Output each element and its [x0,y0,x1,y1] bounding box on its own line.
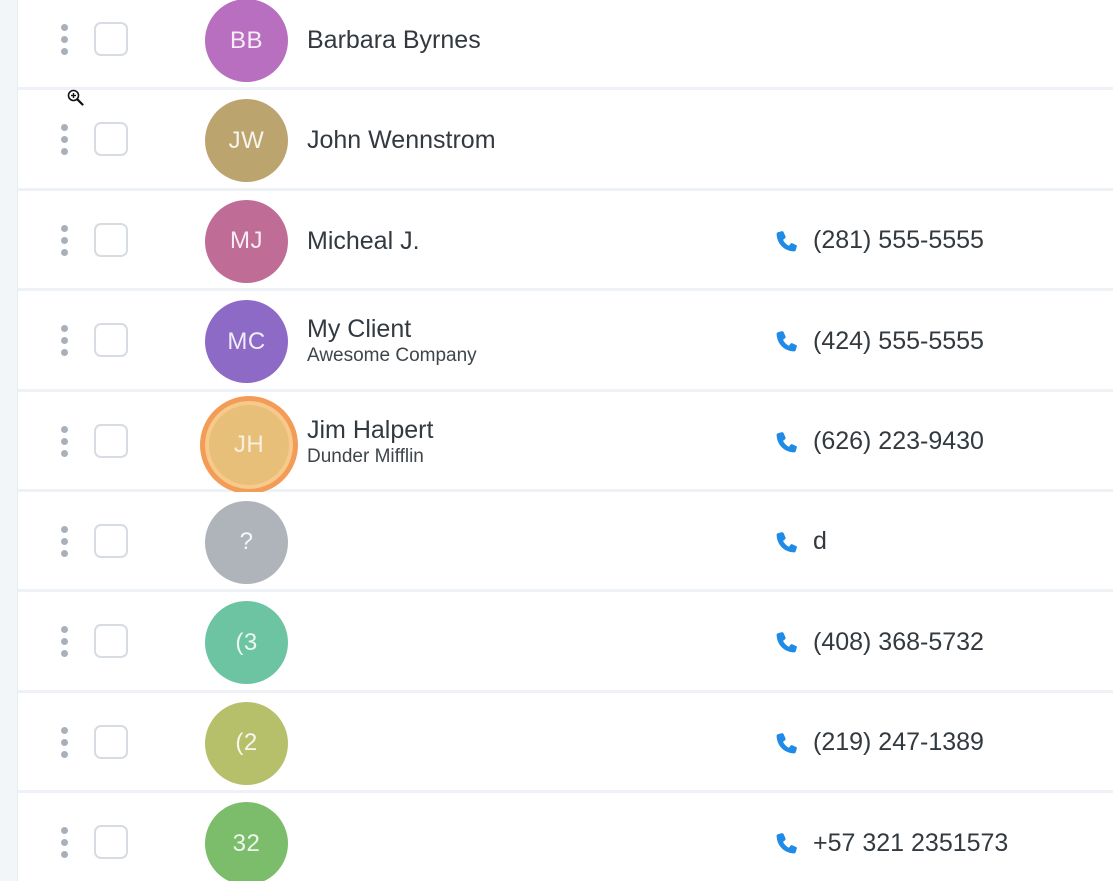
drag-handle-icon[interactable] [56,425,72,458]
phone-icon [776,331,797,352]
contact-info: Barbara Byrnes [307,0,737,90]
contact-info [307,693,737,793]
contact-info [307,592,737,692]
contact-info: My Client Awesome Company [307,291,737,391]
drag-handle-icon[interactable] [56,525,72,558]
phone-number: (219) 247-1389 [813,728,984,757]
contact-phone[interactable]: (219) 247-1389 [773,693,984,793]
contact-info: John Wennstrom [307,90,737,190]
contact-phone[interactable]: +57 321 2351573 [773,793,1008,881]
phone-icon [776,732,797,754]
contact-phone[interactable]: (281) 555-5555 [773,191,984,291]
zoom-cursor-icon [67,89,84,106]
avatar[interactable]: ? [205,500,288,584]
phone-icon [776,532,797,553]
contacts-page: BB Barbara Byrnes JW John Wennstrom MJ M… [0,0,1113,881]
contact-row[interactable]: BB Barbara Byrnes [18,0,1113,91]
row-checkbox[interactable] [94,825,128,860]
avatar[interactable]: JH [200,395,298,494]
contact-row[interactable]: JW John Wennstrom [18,90,1113,191]
contact-row[interactable]: (3 (408) 368-5732 [18,592,1113,693]
row-checkbox[interactable] [94,523,128,558]
avatar[interactable]: MJ [205,199,288,283]
contact-name[interactable]: John Wennstrom [307,125,737,155]
avatar[interactable]: JW [205,99,288,183]
contact-row[interactable]: ? d [18,491,1113,593]
drag-handle-icon[interactable] [56,827,72,859]
contact-company: Dunder Mifflin [307,445,424,467]
contact-row[interactable]: JH Jim Halpert Dunder Mifflin (626) 223-… [18,391,1113,494]
phone-icon [776,632,797,653]
row-checkbox[interactable] [94,624,128,659]
phone-icon [776,230,797,252]
avatar[interactable]: MC [205,300,288,384]
row-checkbox[interactable] [94,222,128,257]
phone-number: d [813,527,827,556]
contact-name[interactable]: My Client [307,314,737,344]
contact-phone[interactable]: (408) 368-5732 [773,592,984,692]
phone-number: (626) 223-9430 [813,427,984,456]
phone-number: (281) 555-5555 [813,226,984,255]
contact-info [307,793,737,881]
avatar[interactable]: (3 [205,601,288,685]
drag-handle-icon[interactable] [56,325,72,357]
contact-info: Jim Halpert Dunder Mifflin [307,392,737,492]
phone-icon [776,431,797,452]
contact-info [307,492,737,592]
drag-handle-icon[interactable] [56,24,72,56]
avatar[interactable]: BB [205,0,288,82]
phone-icon [776,833,797,854]
avatar[interactable]: (2 [205,701,288,785]
contact-name[interactable]: Barbara Byrnes [307,25,737,55]
row-checkbox[interactable] [94,323,128,358]
drag-handle-icon[interactable] [56,124,72,156]
contact-row[interactable]: MJ Micheal J. (281) 555-5555 [18,190,1113,292]
contact-row[interactable]: (2 (219) 247-1389 [18,692,1113,794]
contact-row[interactable]: 32 +57 321 2351573 [18,793,1113,881]
row-checkbox[interactable] [94,423,128,458]
avatar[interactable]: 32 [205,802,288,881]
left-rail [0,0,18,881]
row-checkbox[interactable] [94,22,128,56]
contact-phone[interactable]: (626) 223-9430 [773,392,984,492]
contact-phone[interactable]: d [773,492,827,592]
contact-list: BB Barbara Byrnes JW John Wennstrom MJ M… [18,0,1113,881]
contact-info: Micheal J. [307,191,737,291]
phone-number: (424) 555-5555 [813,326,984,355]
contact-row[interactable]: MC My Client Awesome Company (424) 555-5… [18,291,1113,392]
row-checkbox[interactable] [94,122,128,157]
phone-number: (408) 368-5732 [813,627,984,656]
phone-number: +57 321 2351573 [813,828,1009,857]
drag-handle-icon[interactable] [56,626,72,658]
contact-company: Awesome Company [307,345,477,367]
drag-handle-icon[interactable] [56,726,72,759]
row-checkbox[interactable] [94,724,128,759]
drag-handle-icon[interactable] [56,224,72,257]
contact-phone[interactable]: (424) 555-5555 [773,291,984,391]
contact-name[interactable]: Micheal J. [307,226,737,256]
contact-name[interactable]: Jim Halpert [307,415,737,445]
